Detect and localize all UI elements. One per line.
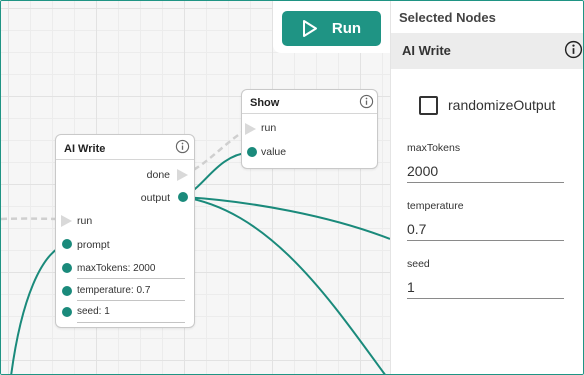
panel-node-name: AI Write: [402, 43, 451, 58]
ai-write-maxtokens-param: maxTokens: 2000: [77, 263, 156, 274]
seed-field[interactable]: [407, 276, 564, 299]
ai-write-seed-param: seed: 1: [77, 306, 110, 317]
ai-write-temperature-port[interactable]: [62, 286, 72, 296]
show-node[interactable]: Show run value: [241, 89, 378, 169]
ai-write-node-title: AI Write: [64, 143, 106, 155]
ai-write-done-port[interactable]: [177, 169, 188, 181]
node-canvas[interactable]: Show run value AI Write done output run …: [1, 1, 390, 374]
show-value-port[interactable]: [247, 147, 257, 157]
ai-write-output-port[interactable]: [178, 192, 188, 202]
randomize-output-label[interactable]: randomizeOutput: [448, 97, 555, 113]
play-icon: [302, 19, 318, 38]
app-frame: Show run value AI Write done output run …: [0, 0, 584, 375]
ai-write-prompt-port[interactable]: [62, 239, 72, 249]
temperature-field[interactable]: [407, 218, 564, 241]
panel-node-header: AI Write: [391, 33, 583, 69]
run-button-label: Run: [331, 20, 362, 37]
ai-write-maxtokens-port[interactable]: [62, 263, 72, 273]
ai-write-temperature-param: temperature: 0.7: [77, 285, 151, 296]
show-value-label: value: [261, 146, 287, 158]
param-underline: [77, 300, 185, 301]
show-run-port[interactable]: [245, 123, 256, 135]
selected-nodes-panel: Selected Nodes AI Write randomizeOutput …: [390, 1, 583, 374]
show-run-label: run: [261, 122, 277, 134]
panel-title: Selected Nodes: [399, 10, 496, 25]
max-tokens-field[interactable]: [407, 160, 564, 183]
run-button[interactable]: Run: [282, 11, 381, 46]
seed-label: seed: [407, 258, 430, 270]
wire-output-to-right-2: [182, 196, 386, 374]
ai-write-done-label: done: [146, 169, 170, 181]
ai-write-node[interactable]: AI Write done output run prompt maxToken…: [55, 134, 195, 328]
randomize-output-checkbox[interactable]: [419, 96, 438, 115]
info-icon[interactable]: [174, 138, 190, 154]
show-node-title: Show: [250, 97, 280, 109]
node-header-divider: [56, 159, 194, 160]
param-underline: [77, 322, 185, 323]
node-header-divider: [242, 113, 377, 114]
ai-write-prompt-label: prompt: [77, 239, 110, 251]
ai-write-seed-port[interactable]: [62, 307, 72, 317]
ai-write-run-label: run: [77, 215, 93, 227]
info-icon[interactable]: [358, 93, 374, 109]
ai-write-output-label: output: [140, 192, 170, 204]
wire-output-to-right-1: [182, 196, 390, 240]
info-icon[interactable]: [563, 39, 583, 59]
max-tokens-label: maxTokens: [407, 142, 461, 154]
ai-write-run-port[interactable]: [61, 215, 72, 227]
param-underline: [77, 278, 185, 279]
temperature-label: temperature: [407, 200, 464, 212]
